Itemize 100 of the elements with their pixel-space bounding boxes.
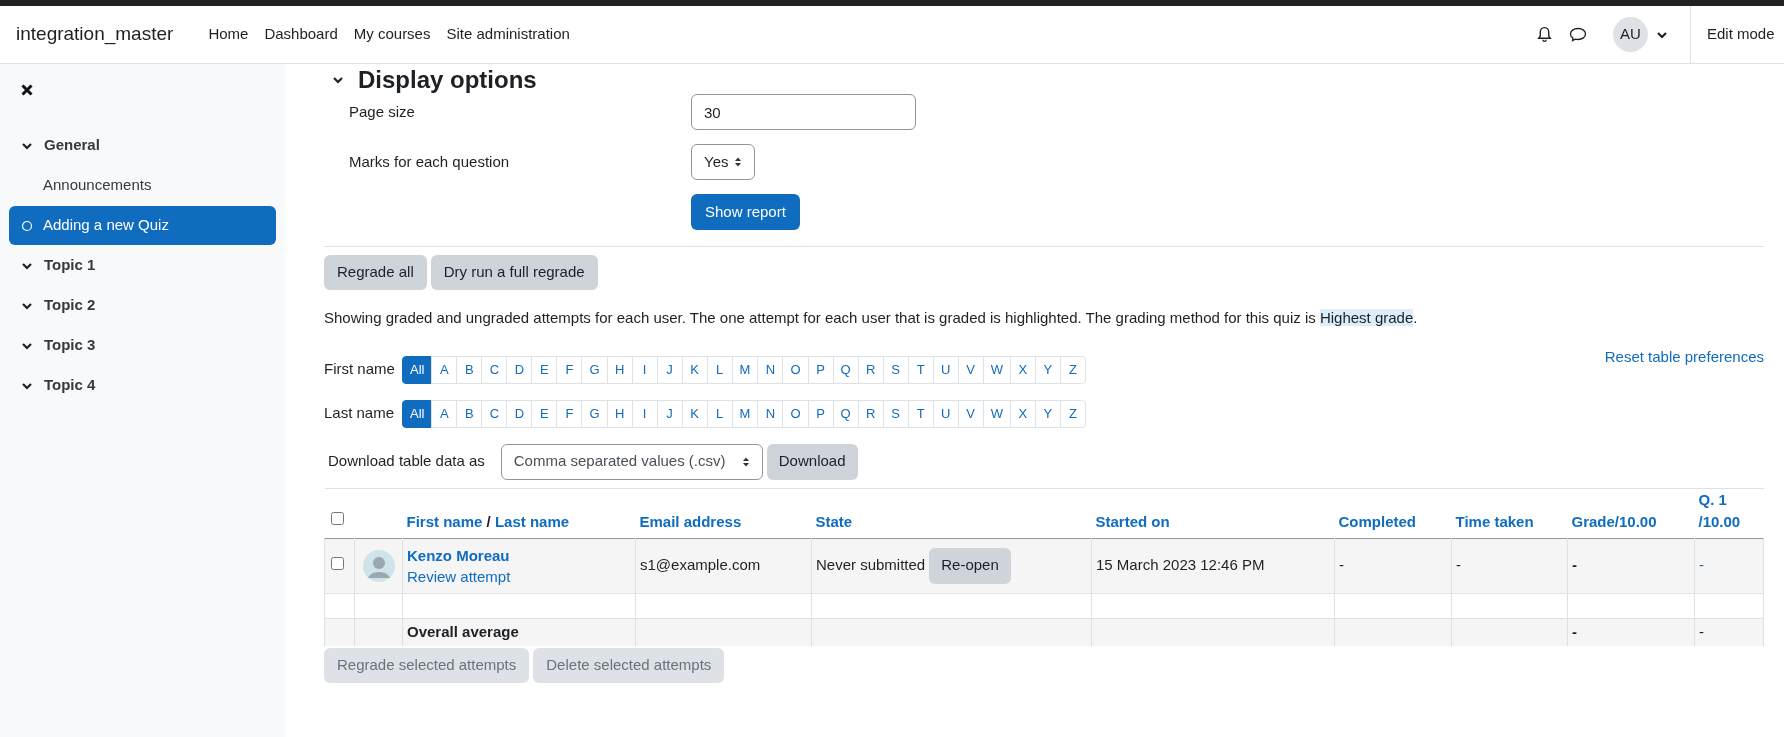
initial-filter-link[interactable]: Z — [1059, 355, 1086, 384]
initial-filter-link[interactable]: D — [506, 355, 533, 384]
initial-filter-link[interactable]: F — [556, 355, 583, 384]
marks-select[interactable]: Yes — [691, 144, 756, 180]
initial-filter-link[interactable]: A — [431, 355, 458, 384]
initial-filter-link[interactable]: B — [456, 355, 483, 384]
initial-filter-link[interactable]: R — [857, 399, 884, 428]
close-icon[interactable] — [21, 84, 33, 96]
nav-link[interactable]: My courses — [353, 23, 431, 46]
initial-filter-link[interactable]: I — [631, 355, 658, 384]
regrade-button[interactable]: Regrade all — [324, 255, 427, 290]
initial-filter-link[interactable]: O — [782, 355, 809, 384]
section-item[interactable]: General — [9, 126, 276, 165]
column-header-link[interactable]: Grade/10.00 — [1571, 511, 1691, 534]
user-menu[interactable]: AU — [1613, 17, 1668, 52]
column-header-link[interactable]: Email address — [639, 511, 808, 534]
section-item[interactable]: Topic 2 — [9, 286, 276, 325]
question-mark-link[interactable]: - — [1699, 556, 1704, 574]
initial-filter-link[interactable]: V — [957, 355, 984, 384]
initial-filter-link[interactable]: E — [531, 355, 558, 384]
initial-filter-link[interactable]: Q — [832, 355, 859, 384]
initial-filter-link[interactable]: Y — [1034, 399, 1061, 428]
chat-bubble-icon[interactable] — [1569, 26, 1587, 43]
initial-filter-link[interactable]: W — [982, 355, 1011, 384]
section-item[interactable]: Topic 3 — [9, 326, 276, 365]
nav-link[interactable]: Dashboard — [264, 23, 338, 46]
initial-filter-link[interactable]: L — [706, 399, 733, 428]
page-size-input[interactable]: 30 — [691, 94, 916, 130]
format-select[interactable]: Comma separated values (.csv) — [500, 443, 763, 480]
section-item[interactable]: Topic 4 — [9, 366, 276, 405]
nav-link[interactable]: Home — [208, 23, 249, 46]
initial-filter-link[interactable]: G — [581, 355, 608, 384]
review-attempt-link[interactable]: Review attempt — [407, 565, 631, 587]
user-name-link[interactable]: Kenzo Moreau — [407, 544, 631, 566]
initial-filter-link[interactable]: U — [932, 355, 959, 384]
initial-filter-link[interactable]: L — [706, 355, 733, 384]
initial-filter-link[interactable]: A — [431, 399, 458, 428]
initial-filter-link[interactable]: Q — [832, 399, 859, 428]
initial-filter-link[interactable]: N — [757, 355, 784, 384]
overall-average-label: Overall average — [407, 623, 519, 640]
chevron-down-icon — [332, 74, 344, 86]
initial-filter-link[interactable]: S — [882, 355, 909, 384]
initial-filter-link[interactable]: T — [907, 355, 934, 384]
column-header-link[interactable]: Started on — [1095, 511, 1331, 534]
initial-filter-link[interactable]: X — [1009, 355, 1036, 384]
initial-filter-link[interactable]: All — [402, 355, 433, 384]
user-avatar-icon — [362, 549, 395, 582]
column-header-link[interactable]: Completed — [1338, 511, 1448, 534]
activity-item[interactable]: Announcements — [9, 166, 276, 205]
sort-link[interactable]: Last name — [494, 513, 570, 530]
average-grade-cell: - — [1572, 623, 1577, 640]
circle-icon — [21, 219, 33, 232]
section-item[interactable]: Topic 1 — [9, 246, 276, 285]
regrade-button[interactable]: Dry run a full regrade — [430, 255, 598, 290]
initial-filter-link[interactable]: H — [606, 399, 633, 428]
initial-filter-link[interactable]: Z — [1059, 399, 1086, 428]
download-button[interactable]: Download — [766, 443, 858, 480]
initial-filter-link[interactable]: All — [402, 399, 433, 428]
initial-filter-link[interactable]: S — [882, 399, 909, 428]
row-checkbox[interactable] — [331, 557, 344, 571]
activity-item[interactable]: Adding a new Quiz — [9, 206, 276, 245]
edit-mode-label[interactable]: Edit mode — [1707, 23, 1775, 46]
sort-link[interactable]: First name — [406, 513, 483, 530]
bell-icon[interactable] — [1536, 26, 1553, 43]
initial-filter-link[interactable]: C — [481, 355, 508, 384]
initial-filter-link[interactable]: J — [656, 355, 683, 384]
initial-filter-link[interactable]: D — [506, 399, 533, 428]
initial-filter-link[interactable]: P — [807, 355, 834, 384]
initial-filter-link[interactable]: U — [932, 399, 959, 428]
nav-link[interactable]: Site administration — [446, 23, 570, 46]
initial-filter-link[interactable]: H — [606, 355, 633, 384]
initial-filter-link[interactable]: G — [581, 399, 608, 428]
initial-filter-link[interactable]: N — [757, 399, 784, 428]
select-all-checkbox[interactable] — [330, 511, 344, 525]
initial-filter-link[interactable]: E — [531, 399, 558, 428]
column-header-link[interactable]: Time taken — [1455, 511, 1564, 534]
column-header-link[interactable]: State — [815, 511, 1088, 534]
started-on-cell: 15 March 2023 12:46 PM — [1096, 556, 1265, 574]
initial-filter-link[interactable]: F — [556, 399, 583, 428]
site-name[interactable]: integration_master — [16, 20, 174, 49]
initial-filter-link[interactable]: K — [681, 355, 708, 384]
filter-label: Last name — [324, 403, 394, 424]
initial-filter-link[interactable]: V — [957, 399, 984, 428]
reopen-button[interactable]: Re-open — [929, 547, 1011, 584]
section-heading[interactable]: Display options — [358, 67, 537, 93]
initial-filter-link[interactable]: Y — [1034, 355, 1061, 384]
initial-filter-link[interactable]: K — [681, 399, 708, 428]
initial-filter-link[interactable]: C — [481, 399, 508, 428]
show-report-button[interactable]: Show report — [691, 194, 800, 230]
initial-filter-link[interactable]: P — [807, 399, 834, 428]
initial-filter-link[interactable]: O — [782, 399, 809, 428]
user-initials-avatar: AU — [1613, 17, 1648, 52]
initial-filter-link[interactable]: X — [1009, 399, 1036, 428]
initial-filter-link[interactable]: W — [982, 399, 1011, 428]
initial-filter-link[interactable]: I — [631, 399, 658, 428]
initial-filter-link[interactable]: T — [907, 399, 934, 428]
initial-filter-link[interactable]: B — [456, 399, 483, 428]
initial-filter-link[interactable]: R — [857, 355, 884, 384]
initial-filter-link[interactable]: J — [656, 399, 683, 428]
column-header-link[interactable]: Q. 1 /10.00 — [1698, 488, 1760, 534]
